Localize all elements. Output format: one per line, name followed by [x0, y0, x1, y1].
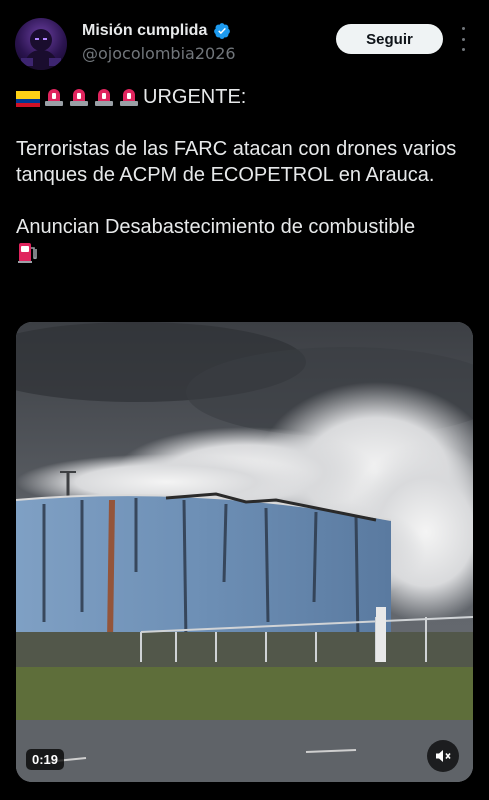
verified-badge-icon	[214, 23, 231, 39]
tweet-closing-text: Anuncian Desabastecimiento de combustibl…	[16, 216, 416, 238]
tweet-line-body: Terroristas de las FARC atacan con drone…	[16, 138, 462, 186]
tweet-line-closing: Anuncian Desabastecimiento de combustibl…	[16, 214, 471, 267]
video-frame	[16, 322, 473, 782]
more-icon[interactable]	[455, 27, 471, 51]
speaker-muted-glyph	[436, 750, 451, 762]
video-duration: 0:19	[26, 749, 65, 770]
siren-icon	[70, 89, 88, 106]
video-player[interactable]: 0:19	[16, 322, 473, 782]
siren-icon	[45, 89, 63, 106]
siren-icon	[95, 89, 113, 106]
author-handle[interactable]: @ojocolombia2026	[82, 44, 236, 63]
follow-button[interactable]: Seguir	[336, 24, 443, 54]
siren-icon	[120, 89, 138, 106]
fuel-pump-icon	[18, 243, 37, 263]
colombia-flag-icon	[16, 91, 40, 107]
tweet-text: URGENTE: Terroristas de las FARC atacan …	[16, 84, 471, 267]
tweet-line-headline: URGENTE:	[16, 84, 471, 110]
author-name[interactable]: Misión cumplida	[82, 22, 207, 40]
avatar[interactable]	[15, 18, 67, 70]
speaker-muted-icon[interactable]	[427, 740, 459, 772]
author-name-row[interactable]: Misión cumplida	[82, 22, 231, 40]
hooded-figure-icon	[21, 29, 61, 70]
tweet-headline-text: URGENTE:	[143, 86, 247, 108]
